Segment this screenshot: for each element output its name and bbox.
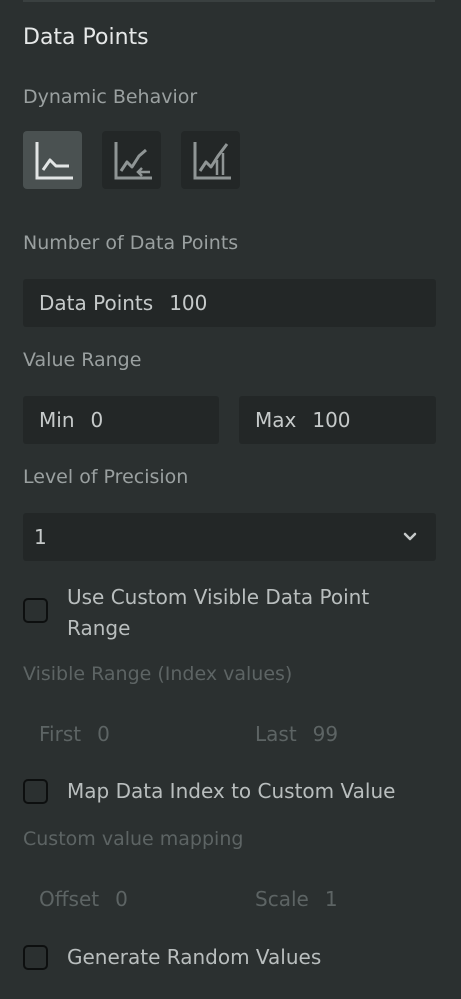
number-of-points-label: Number of Data Points — [23, 232, 239, 254]
precision-selected-value: 1 — [34, 525, 47, 549]
min-input[interactable]: Min 0 — [23, 396, 219, 444]
data-points-value: 100 — [169, 291, 208, 315]
random-values-row[interactable]: Generate Random Values — [23, 942, 436, 973]
visible-range-label: Visible Range (Index values) — [23, 663, 293, 685]
first-input: First 0 — [23, 710, 219, 758]
scale-field-label: Scale — [255, 887, 309, 911]
top-divider — [23, 0, 435, 2]
data-points-input[interactable]: Data Points 100 — [23, 279, 436, 327]
offset-input: Offset 0 — [23, 875, 219, 923]
line-chart-bars-icon — [193, 142, 231, 180]
random-values-checkbox[interactable] — [23, 945, 48, 970]
custom-value-mapping-label: Custom value mapping — [23, 828, 244, 850]
line-chart-arrow-left-icon — [114, 142, 152, 180]
map-index-checkbox[interactable] — [23, 779, 48, 804]
precision-label: Level of Precision — [23, 466, 189, 488]
max-input[interactable]: Max 100 — [239, 396, 436, 444]
precision-select[interactable]: 1 — [23, 513, 436, 561]
behavior-static-button[interactable] — [23, 131, 82, 189]
min-field-label: Min — [39, 408, 75, 432]
dynamic-behavior-label: Dynamic Behavior — [23, 86, 198, 108]
last-value: 99 — [312, 722, 339, 746]
dynamic-behavior-options — [23, 131, 240, 189]
random-values-label: Generate Random Values — [67, 945, 322, 969]
custom-visible-range-checkbox[interactable] — [23, 598, 48, 623]
data-points-field-label: Data Points — [39, 291, 154, 315]
line-chart-icon — [35, 142, 73, 180]
max-field-label: Max — [255, 408, 297, 432]
behavior-shift-button[interactable] — [102, 131, 161, 189]
map-index-row[interactable]: Map Data Index to Custom Value — [23, 776, 436, 807]
last-field-label: Last — [255, 722, 297, 746]
section-title: Data Points — [23, 25, 149, 50]
offset-field-label: Offset — [39, 887, 100, 911]
first-value: 0 — [97, 722, 110, 746]
value-range-label: Value Range — [23, 349, 142, 371]
chevron-down-icon — [403, 532, 417, 541]
behavior-append-button[interactable] — [181, 131, 240, 189]
custom-visible-range-label: Use Custom Visible Data Point Range — [67, 585, 370, 640]
scale-input: Scale 1 — [239, 875, 436, 923]
custom-visible-range-row[interactable]: Use Custom Visible Data Point Range — [23, 582, 436, 644]
scale-value: 1 — [324, 887, 338, 911]
offset-value: 0 — [115, 887, 128, 911]
last-input: Last 99 — [239, 710, 436, 758]
max-value: 100 — [312, 408, 351, 432]
min-value: 0 — [90, 408, 104, 432]
map-index-label: Map Data Index to Custom Value — [67, 779, 396, 803]
first-field-label: First — [39, 722, 82, 746]
